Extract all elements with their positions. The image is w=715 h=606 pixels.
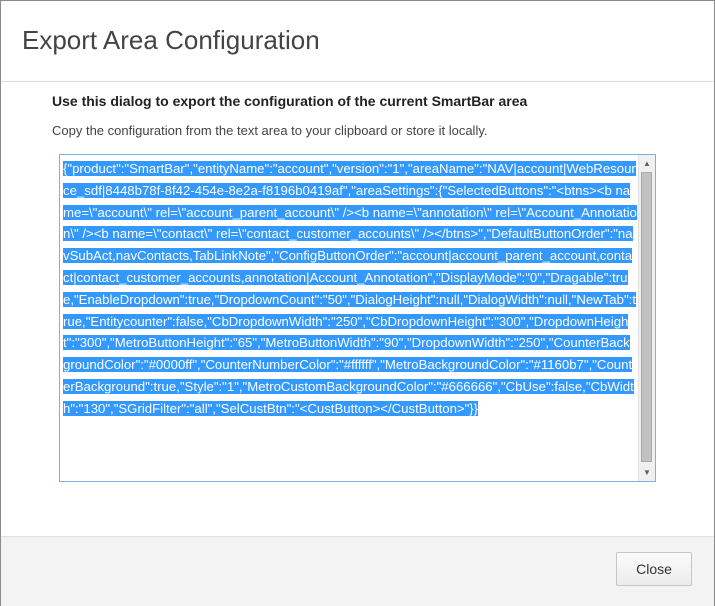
selected-configuration-text[interactable]: {"product":"SmartBar","entityName":"acco… (63, 161, 637, 416)
dialog-description: Copy the configuration from the text are… (52, 123, 488, 138)
dialog-header: Export Area Configuration (1, 1, 714, 82)
dialog-title: Export Area Configuration (22, 25, 320, 55)
scroll-up-icon[interactable]: ▲ (639, 155, 655, 172)
configuration-text[interactable]: {"product":"SmartBar","entityName":"acco… (63, 158, 637, 478)
dialog-footer: Close (1, 536, 714, 606)
scrollbar-thumb[interactable] (641, 172, 652, 462)
scroll-down-icon[interactable]: ▼ (639, 464, 655, 481)
configuration-textarea[interactable]: {"product":"SmartBar","entityName":"acco… (59, 154, 656, 482)
dialog-heading: Use this dialog to export the configurat… (52, 93, 528, 109)
close-button[interactable]: Close (616, 552, 692, 586)
export-area-configuration-dialog: Export Area Configuration Use this dialo… (0, 0, 715, 606)
textarea-scrollbar[interactable]: ▲ ▼ (638, 155, 655, 481)
